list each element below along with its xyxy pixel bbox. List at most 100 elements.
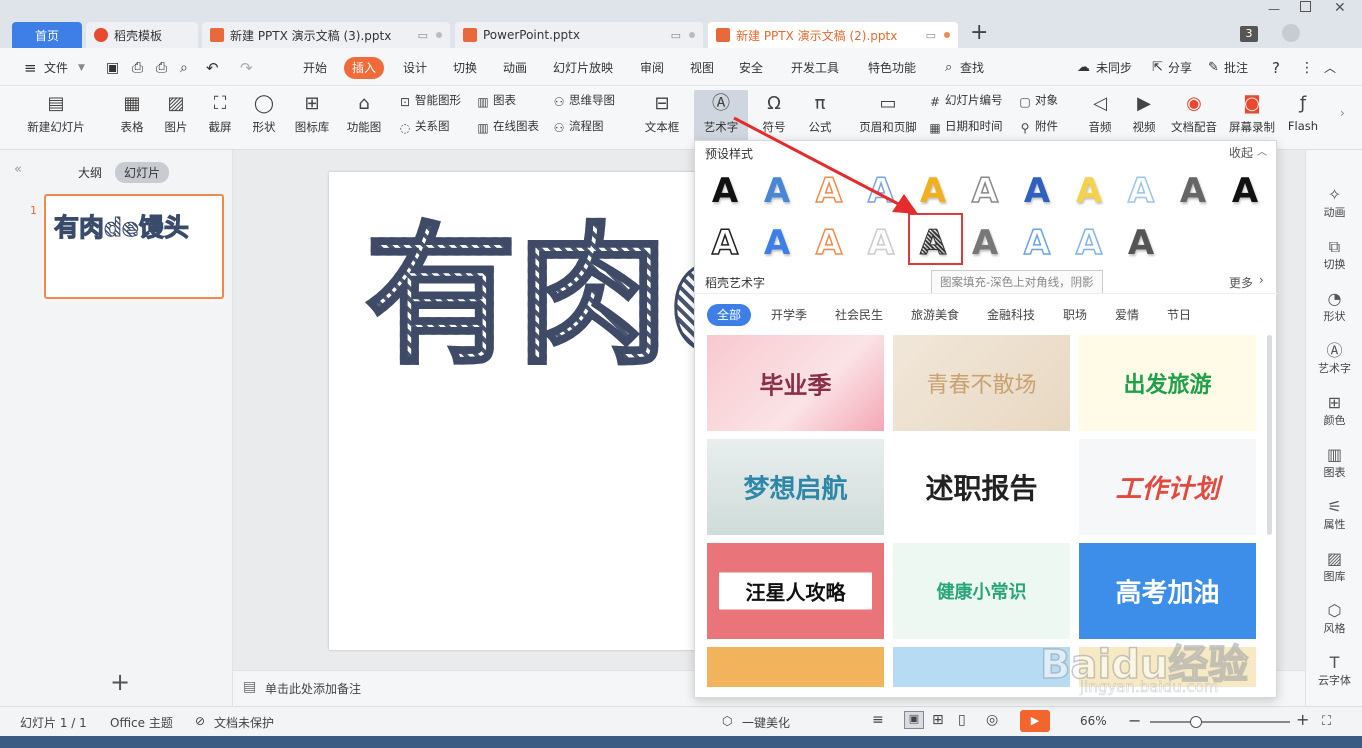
template-card[interactable]: 毕业季: [707, 335, 884, 431]
right-pane-style[interactable]: ⬡ 风格: [1306, 602, 1362, 636]
template-card[interactable]: [707, 647, 884, 687]
preset-style-14[interactable]: A: [809, 222, 849, 264]
monitor-icon[interactable]: ▭: [418, 29, 428, 42]
menu-animation[interactable]: 动画: [503, 57, 527, 79]
template-card[interactable]: [1079, 647, 1256, 687]
video-button[interactable]: ▶ 视频: [1120, 90, 1168, 146]
flash-button[interactable]: ƒ Flash: [1282, 90, 1324, 146]
smart-shape-button[interactable]: ⊡ 智能图形: [398, 90, 461, 110]
search-icon[interactable]: ⌕: [945, 57, 952, 79]
menu-developer[interactable]: 开发工具: [791, 57, 839, 79]
tab-powerpoint[interactable]: PowerPoint.pptx ▭: [455, 22, 703, 48]
reading-view-icon[interactable]: ▯: [958, 712, 966, 728]
chevron-up-icon[interactable]: ︿: [1257, 143, 1267, 158]
right-pane-color[interactable]: ⊞ 颜色: [1306, 394, 1362, 428]
template-card[interactable]: 工作计划: [1079, 439, 1256, 535]
maximize-button[interactable]: [1300, 1, 1311, 12]
zoom-in-button[interactable]: +: [1296, 710, 1309, 729]
template-card[interactable]: 出发旅游: [1079, 335, 1256, 431]
popup-scrollbar[interactable]: [1267, 335, 1272, 535]
document-protection[interactable]: 文档未保护: [214, 714, 274, 731]
category-finance-tech[interactable]: 金融科技: [987, 304, 1035, 326]
audio-button[interactable]: ◁ 音频: [1076, 90, 1124, 146]
online-chart-button[interactable]: ▥ 在线图表: [476, 116, 539, 136]
window-count-badge[interactable]: 3: [1240, 26, 1258, 42]
close-dot-icon[interactable]: [689, 32, 695, 38]
chevron-down-icon[interactable]: ▼: [78, 57, 85, 79]
menu-features[interactable]: 特色功能: [868, 57, 916, 79]
normal-view-icon[interactable]: ▣: [904, 711, 924, 729]
hamburger-menu-icon[interactable]: ≡: [24, 57, 37, 79]
date-time-button[interactable]: ▦ 日期和时间: [928, 116, 1002, 136]
preset-style-11[interactable]: A: [1225, 171, 1265, 211]
tab-docer-templates[interactable]: 稻壳模板: [86, 22, 198, 48]
category-festival[interactable]: 节日: [1167, 304, 1191, 326]
share-icon[interactable]: ⇱: [1152, 57, 1163, 79]
template-card[interactable]: 汪星人攻略: [707, 543, 884, 639]
preset-style-18[interactable]: A: [1017, 222, 1057, 264]
more-icon[interactable]: ⋮: [1300, 57, 1314, 79]
right-pane-transition[interactable]: ⧉ 切换: [1306, 238, 1362, 272]
preset-style-15[interactable]: A: [861, 222, 901, 264]
menu-transition[interactable]: 切换: [453, 57, 477, 79]
tab-home[interactable]: 首页: [12, 22, 82, 48]
right-pane-animation[interactable]: ✧ 动画: [1306, 186, 1362, 220]
screenshot-button[interactable]: ⛶ 截屏: [196, 90, 244, 146]
function-chart-button[interactable]: ⌂ 功能图: [340, 90, 388, 146]
more-button[interactable]: 更多: [1229, 274, 1253, 291]
preset-style-6[interactable]: A: [965, 170, 1005, 212]
template-card[interactable]: 健康小常识: [893, 543, 1070, 639]
one-click-beautify[interactable]: 一键美化: [742, 714, 790, 731]
unsaved-dot-icon[interactable]: [944, 32, 950, 38]
preset-style-10[interactable]: A: [1173, 171, 1213, 211]
collapse-button[interactable]: 收起: [1229, 144, 1253, 161]
preset-style-17[interactable]: A: [965, 223, 1005, 263]
undo-icon[interactable]: ↶: [206, 57, 219, 79]
menu-slideshow[interactable]: 幻灯片放映: [553, 57, 613, 79]
right-pane-gallery[interactable]: ▨ 图库: [1306, 550, 1362, 584]
outline-tab[interactable]: 大纲: [78, 164, 102, 181]
category-workplace[interactable]: 职场: [1063, 304, 1087, 326]
menu-view[interactable]: 视图: [690, 57, 714, 79]
category-love[interactable]: 爱情: [1115, 304, 1139, 326]
sync-status[interactable]: 未同步: [1096, 57, 1132, 79]
collapse-ribbon-icon[interactable]: ︿: [1324, 57, 1336, 79]
right-pane-shape[interactable]: ◔ 形状: [1306, 290, 1362, 324]
view-menu-icon[interactable]: ≡: [872, 712, 884, 728]
monitor-icon[interactable]: ▭: [671, 29, 681, 42]
preview-icon[interactable]: ⌕: [180, 57, 188, 79]
preset-style-12[interactable]: A: [705, 222, 745, 264]
template-card[interactable]: 梦想启航: [707, 439, 884, 535]
help-button[interactable]: ?: [1272, 57, 1280, 79]
preset-style-7[interactable]: A: [1017, 171, 1057, 211]
zoom-slider-knob[interactable]: [1190, 716, 1203, 728]
zoom-slider[interactable]: [1150, 716, 1290, 728]
play-button[interactable]: ▶: [1020, 710, 1050, 732]
menu-security[interactable]: 安全: [739, 57, 763, 79]
avatar[interactable]: [1282, 24, 1300, 42]
fit-window-icon[interactable]: ⛶: [1322, 714, 1331, 729]
slide-sorter-icon[interactable]: ⊞: [932, 712, 944, 728]
icon-library-button[interactable]: ⊞ 图标库: [288, 90, 336, 146]
picture-button[interactable]: ▨ 图片: [152, 90, 200, 146]
collapse-pane-icon[interactable]: «: [14, 162, 22, 177]
preset-style-13[interactable]: A: [757, 223, 797, 263]
chart-button[interactable]: ▥ 图表: [476, 90, 516, 110]
close-button[interactable]: ✕: [1334, 0, 1346, 16]
tab-document-2-active[interactable]: 新建 PPTX 演示文稿 (2).pptx ▭: [708, 22, 958, 48]
zoom-level[interactable]: 66%: [1080, 714, 1107, 728]
preset-style-20[interactable]: A: [1121, 223, 1161, 263]
mindmap-button[interactable]: ⚇ 思维导图: [552, 90, 615, 110]
minimize-button[interactable]: —: [1268, 2, 1280, 16]
slides-tab[interactable]: 幻灯片: [115, 162, 170, 183]
template-card[interactable]: [893, 647, 1070, 687]
relation-chart-button[interactable]: ◌ 关系图: [398, 116, 450, 136]
right-pane-properties[interactable]: ⚟ 属性: [1306, 498, 1362, 532]
textbox-button[interactable]: ⊟ 文本框: [638, 90, 686, 146]
ribbon-scroll-right-icon[interactable]: ›: [1340, 106, 1345, 120]
template-card[interactable]: 青春不散场: [893, 335, 1070, 431]
preset-style-8[interactable]: A: [1069, 171, 1109, 211]
table-button[interactable]: ▦ 表格: [108, 90, 156, 146]
right-pane-chart[interactable]: ▥ 图表: [1306, 446, 1362, 480]
new-slide-button[interactable]: ▤ 新建幻灯片: [26, 90, 86, 146]
